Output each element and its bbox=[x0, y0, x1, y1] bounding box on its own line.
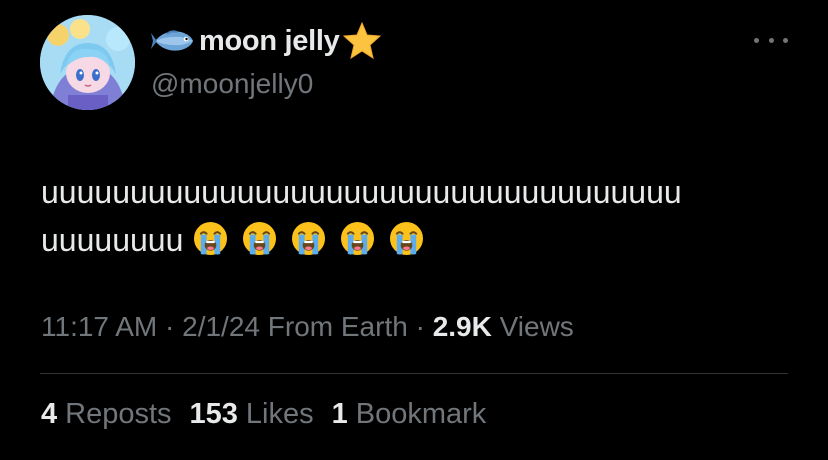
likes-count: 153 bbox=[189, 398, 238, 430]
loudly-crying-face-icon bbox=[194, 222, 228, 256]
bookmarks-label: Bookmark bbox=[355, 398, 487, 430]
loudly-crying-face-icon bbox=[292, 222, 326, 256]
star-icon bbox=[343, 21, 382, 60]
likes-label: Likes bbox=[245, 398, 314, 430]
more-options-icon[interactable] bbox=[754, 30, 788, 50]
author-handle[interactable]: @moonjelly0 bbox=[151, 68, 313, 100]
loudly-crying-face-icon bbox=[341, 222, 375, 256]
tweet-date[interactable]: 2/1/24 bbox=[182, 311, 260, 342]
tweet-text-line-2: uuuuuuuu bbox=[41, 216, 801, 264]
avatar[interactable] bbox=[40, 15, 135, 110]
avatar-image bbox=[40, 15, 135, 110]
tweet-text-line-2-text: uuuuuuuu bbox=[41, 222, 184, 258]
tweet-metadata: 11:17 AM · 2/1/24 From Earth · 2.9K View… bbox=[41, 311, 574, 343]
reposts-stat[interactable]: 4 Reposts bbox=[41, 398, 172, 431]
meta-separator: · bbox=[157, 311, 183, 342]
reposts-label: Reposts bbox=[65, 398, 172, 430]
tweet-source: From Earth bbox=[259, 311, 408, 342]
display-name[interactable]: moon jelly bbox=[199, 25, 340, 58]
bookmarks-stat[interactable]: 1 Bookmark bbox=[332, 398, 487, 431]
views-label: Views bbox=[491, 311, 574, 342]
emoji-group bbox=[193, 221, 424, 256]
loudly-crying-face-icon bbox=[243, 222, 277, 256]
tweet-text-line-1: uuuuuuuuuuuuuuuuuuuuuuuuuuuuuuuuuuuu bbox=[41, 174, 682, 210]
more-dot bbox=[754, 37, 759, 43]
meta-separator: · bbox=[407, 311, 433, 342]
author-name-row[interactable]: moon jelly bbox=[151, 20, 383, 62]
views-count: 2.9K bbox=[432, 311, 492, 342]
likes-stat[interactable]: 153 Likes bbox=[190, 398, 314, 431]
bookmarks-count: 1 bbox=[331, 398, 348, 430]
tweet-text: uuuuuuuuuuuuuuuuuuuuuuuuuuuuuuuuuuuu uuu… bbox=[41, 168, 801, 264]
tweet-detail: moon jelly @moonjelly0 uuuuuuuuuuuuuuuuu… bbox=[0, 0, 828, 460]
loudly-crying-face-icon bbox=[390, 222, 424, 256]
fish-icon bbox=[151, 30, 193, 51]
more-dot bbox=[768, 37, 774, 43]
engagement-stats: 4 Reposts 153 Likes 1 Bookmark bbox=[41, 398, 486, 431]
reposts-count: 4 bbox=[41, 398, 58, 430]
divider bbox=[40, 373, 788, 374]
tweet-time[interactable]: 11:17 AM bbox=[41, 311, 157, 342]
more-dot bbox=[783, 37, 788, 43]
